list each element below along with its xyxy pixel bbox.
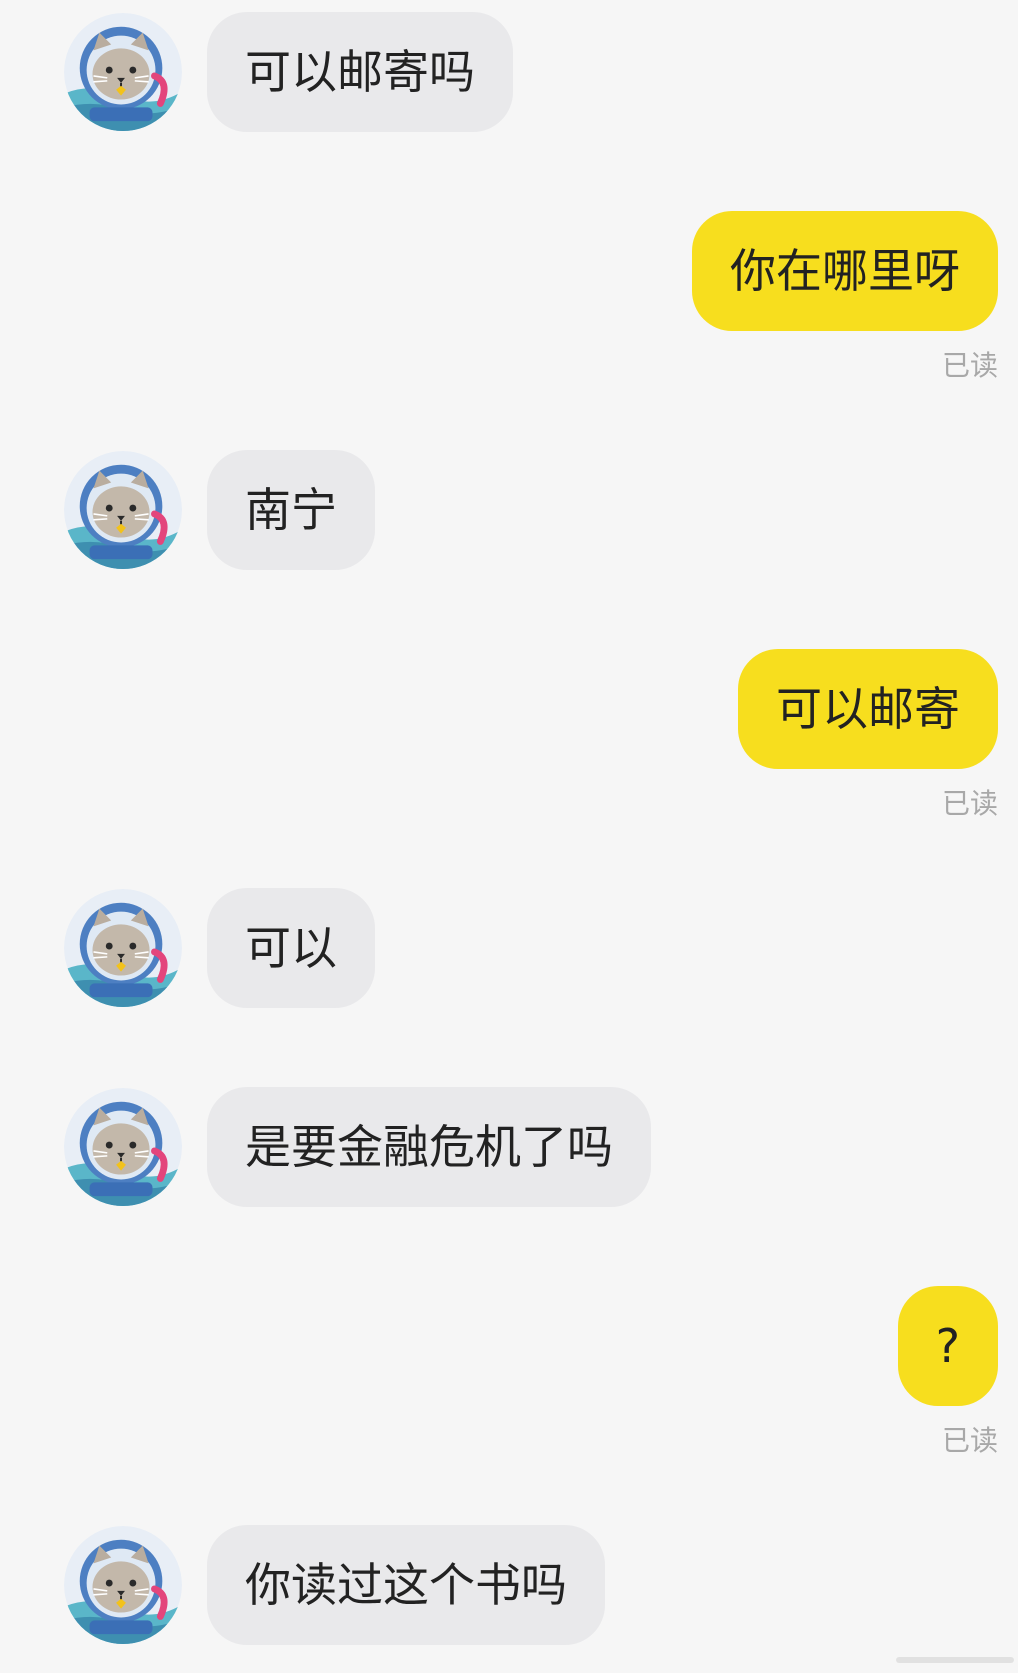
message-outgoing: ? 已读 xyxy=(0,1286,1018,1461)
message-outgoing: 可以邮寄 已读 xyxy=(0,649,1018,824)
message-bubble[interactable]: 可以邮寄吗 xyxy=(207,12,513,132)
avatar[interactable] xyxy=(64,1088,182,1206)
watermark-image xyxy=(896,1657,1014,1663)
message-incoming: 可以 xyxy=(0,888,1018,1008)
message-bubble[interactable]: 你在哪里呀 xyxy=(692,211,998,331)
avatar[interactable] xyxy=(64,1526,182,1644)
read-receipt: 已读 xyxy=(941,349,998,382)
cat-astronaut-avatar-icon xyxy=(64,13,182,131)
message-bubble[interactable]: ? xyxy=(897,1286,998,1406)
message-incoming: 是要金融危机了吗 xyxy=(0,1087,1018,1207)
cat-astronaut-avatar-icon xyxy=(64,889,182,1007)
chat-conversation: 可以邮寄吗 你在哪里呀 已读 南宁 可以邮寄 已读 可以 是要金融危机了吗 ? … xyxy=(0,0,1018,1673)
avatar[interactable] xyxy=(64,13,182,131)
avatar[interactable] xyxy=(64,451,182,569)
message-incoming: 可以邮寄吗 xyxy=(0,12,1018,132)
message-bubble[interactable]: 可以邮寄 xyxy=(738,649,998,769)
message-bubble[interactable]: 你读过这个书吗 xyxy=(207,1525,605,1645)
cat-astronaut-avatar-icon xyxy=(64,1526,182,1644)
message-incoming: 你读过这个书吗 xyxy=(0,1525,1018,1645)
avatar[interactable] xyxy=(64,889,182,1007)
cat-astronaut-avatar-icon xyxy=(64,1088,182,1206)
message-bubble[interactable]: 是要金融危机了吗 xyxy=(207,1087,651,1207)
message-outgoing: 你在哪里呀 已读 xyxy=(0,211,1018,386)
read-receipt: 已读 xyxy=(941,1424,998,1457)
message-incoming: 南宁 xyxy=(0,450,1018,570)
message-bubble[interactable]: 南宁 xyxy=(207,450,375,570)
read-receipt: 已读 xyxy=(941,787,998,820)
message-bubble[interactable]: 可以 xyxy=(207,888,375,1008)
cat-astronaut-avatar-icon xyxy=(64,451,182,569)
